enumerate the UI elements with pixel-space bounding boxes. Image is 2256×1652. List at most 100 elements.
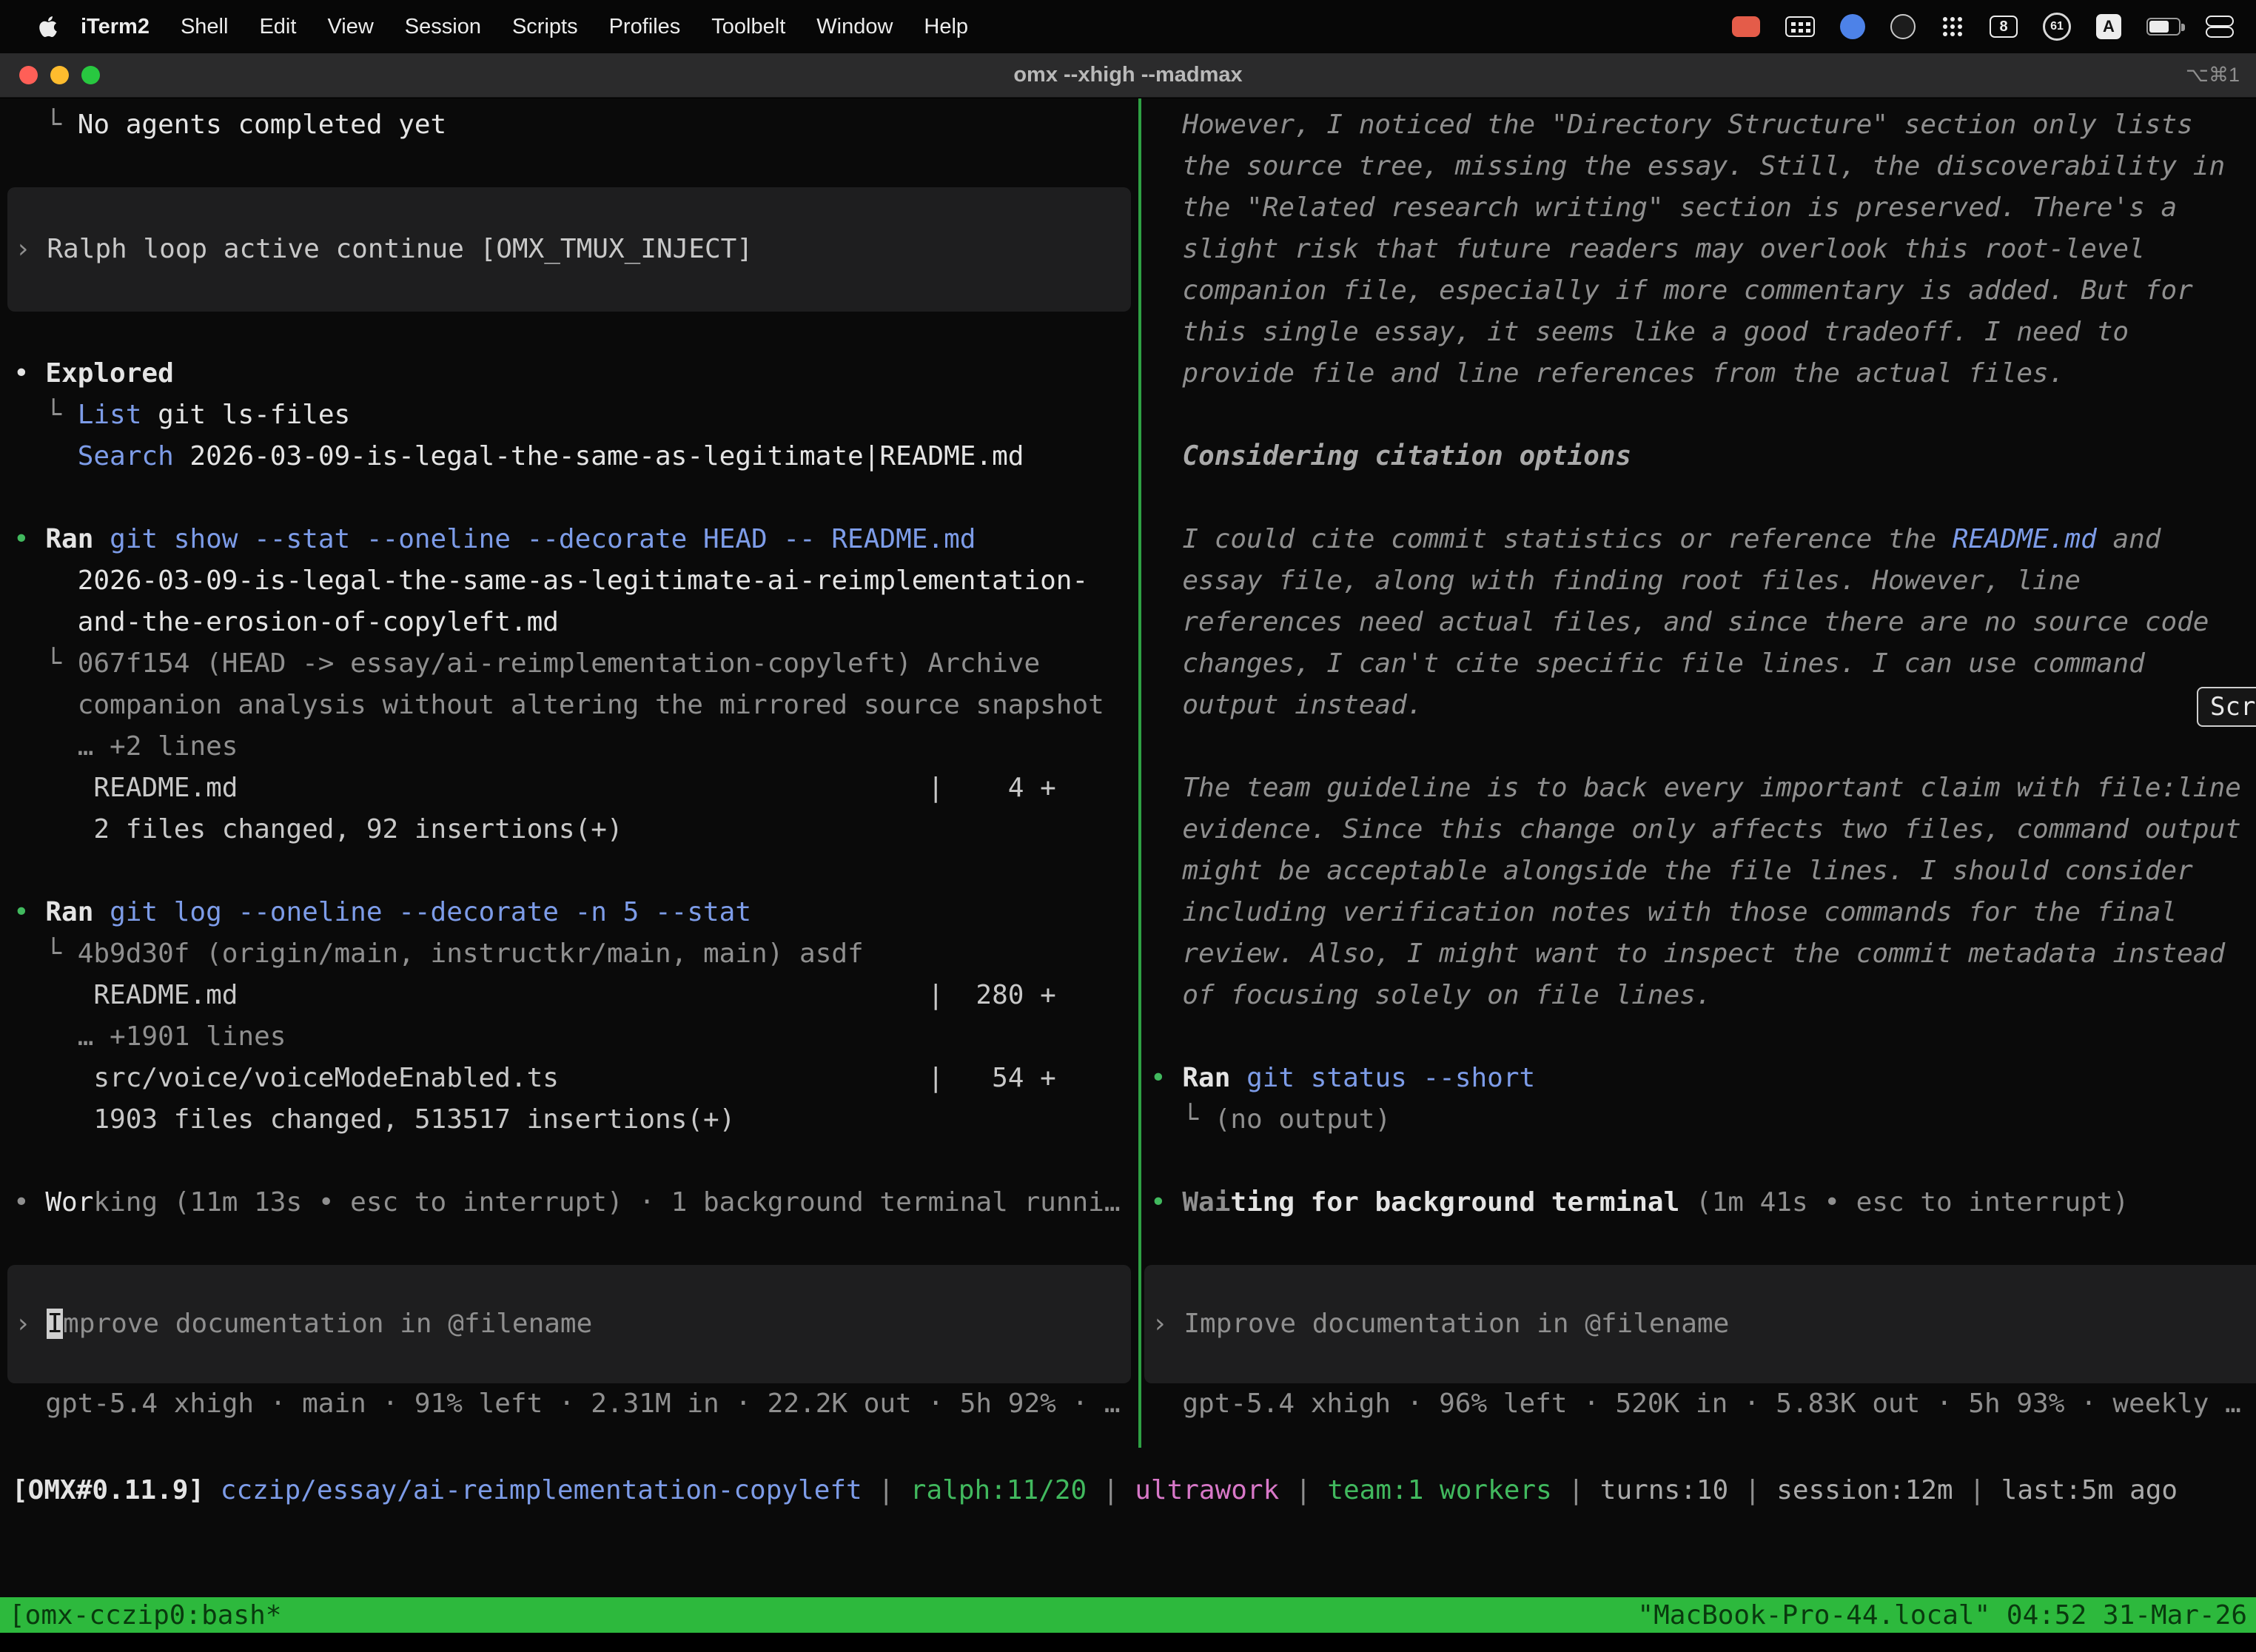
- terminal-line: However, I noticed the "Directory Struct…: [1141, 104, 2256, 146]
- app-grid-icon[interactable]: [1941, 15, 1964, 38]
- screenshot-toast: Scre: [2197, 687, 2256, 727]
- text-segment: •: [13, 358, 45, 389]
- waiting-status-line: • Waiting for background terminal (1m 41…: [1141, 1182, 2256, 1223]
- ralph-loop-banner: › Ralph loop active continue [OMX_TMUX_I…: [7, 187, 1131, 312]
- text-segment: slight risk that future readers may over…: [1150, 234, 2145, 264]
- text-segment: (no output): [1215, 1104, 1391, 1135]
- text-segment: └: [13, 939, 78, 969]
- blank-line: [1141, 394, 2256, 436]
- terminal-line: this single essay, it seems like a good …: [1141, 312, 2256, 353]
- terminal-line: review. Also, I might want to inspect th…: [1141, 933, 2256, 975]
- input-source-icon[interactable]: A: [2096, 14, 2121, 39]
- text-segment: the "Related research writing" section i…: [1150, 192, 2177, 223]
- blank-line: [0, 312, 1138, 353]
- text-segment: I could cite commit statistics or refere…: [1150, 524, 1953, 554]
- text-segment: might be acceptable alongside the file l…: [1150, 856, 2193, 886]
- menu-item-session[interactable]: Session: [389, 15, 497, 39]
- text-segment: git ls-files: [141, 400, 350, 430]
- text-segment: I: [47, 1309, 63, 1339]
- close-window-button[interactable]: [19, 66, 38, 84]
- text-segment: evidence. Since this change only affects…: [1150, 814, 2241, 845]
- text-segment: [OMX#0.11.9]: [12, 1475, 204, 1505]
- text-segment: references need actual files, and since …: [1150, 607, 2209, 637]
- menu-item-window[interactable]: Window: [801, 15, 908, 39]
- text-segment: •: [13, 897, 45, 927]
- menu-item-edit[interactable]: Edit: [244, 15, 312, 39]
- text-segment: king: [93, 1187, 158, 1218]
- blank-line: [1141, 1016, 2256, 1058]
- left-terminal-pane[interactable]: └ No agents completed yet › Ralph loop ac…: [0, 98, 1138, 1448]
- menu-item-help[interactable]: Help: [908, 15, 984, 39]
- text-segment: |: [1953, 1475, 2001, 1505]
- text-segment: [204, 1475, 221, 1505]
- screen-recording-indicator-icon[interactable]: [1732, 16, 1760, 37]
- text-segment: mprove documentation in @filename: [63, 1309, 592, 1339]
- ralph-loop-banner-text: › Ralph loop active continue [OMX_TMUX_I…: [7, 229, 753, 270]
- menu-item-profiles[interactable]: Profiles: [594, 15, 696, 39]
- text-segment: The team guideline is to back every impo…: [1150, 773, 2241, 803]
- text-segment: Explored: [45, 358, 173, 389]
- traffic-lights: [0, 66, 100, 84]
- text-segment: gpt-5.4 xhigh · main · 91% left · 2.31M …: [13, 1389, 1121, 1419]
- blank-line: [0, 477, 1138, 519]
- terminal-line: └ 4b9d30f (origin/main, instructkr/main,…: [0, 933, 1138, 975]
- text-segment: However, I noticed the "Directory Struct…: [1150, 110, 2193, 140]
- battery-icon[interactable]: [2146, 18, 2181, 36]
- blank-line: [0, 1141, 1138, 1182]
- text-segment: (11m 13s • esc to interrupt) · 1 backgro…: [158, 1187, 1120, 1218]
- screen: { "menu_bar": { "items": ["iTerm2","Shel…: [0, 0, 2256, 1652]
- control-center-icon[interactable]: [2206, 16, 2234, 38]
- text-segment: and-the-erosion-of-copyleft.md: [13, 607, 559, 637]
- blank-line: [1141, 1223, 2256, 1265]
- text-segment: of focusing solely on file lines.: [1150, 980, 1712, 1010]
- text-segment: Considering citation options: [1150, 441, 1631, 471]
- terminal-line: src/voice/voiceModeEnabled.ts | 54 +: [0, 1058, 1138, 1099]
- text-segment: … +1901 lines: [13, 1021, 286, 1052]
- battery-percent-icon[interactable]: 61: [2043, 13, 2071, 41]
- right-terminal-pane[interactable]: However, I noticed the "Directory Struct…: [1141, 98, 2256, 1448]
- menu-item-scripts[interactable]: Scripts: [497, 15, 594, 39]
- text-segment: No agents completed yet: [78, 110, 447, 140]
- terminal-line: changes, I can't cite specific file line…: [1141, 643, 2256, 685]
- terminal-line: and-the-erosion-of-copyleft.md: [0, 602, 1138, 643]
- text-segment: last:5m ago: [2001, 1475, 2178, 1505]
- terminal-line: 1903 files changed, 513517 insertions(+): [0, 1099, 1138, 1141]
- menu-item-shell[interactable]: Shell: [165, 15, 244, 39]
- blue-app-icon[interactable]: [1840, 14, 1865, 39]
- prompt-input-text: › Improve documentation in @filename: [1144, 1303, 1729, 1345]
- terminal: └ No agents completed yet › Ralph loop ac…: [0, 98, 2256, 1652]
- terminal-line: • Ran git status --short: [1141, 1058, 2256, 1099]
- menu-item-view[interactable]: View: [312, 15, 389, 39]
- apple-menu-icon[interactable]: [38, 15, 58, 38]
- text-segment: git status --short: [1230, 1063, 1535, 1093]
- tmux-window-label[interactable]: [omx-cczip0:bash*: [9, 1600, 281, 1631]
- menu-item-iterm2[interactable]: iTerm2: [65, 15, 165, 39]
- minimize-window-button[interactable]: [50, 66, 69, 84]
- text-segment: output instead.: [1150, 690, 1423, 720]
- text-segment: ting for background terminal: [1230, 1187, 1679, 1218]
- text-segment: |: [1552, 1475, 1600, 1505]
- text-segment: ›: [15, 234, 47, 264]
- terminal-line: including verification notes with those …: [1141, 892, 2256, 933]
- keyboard-icon[interactable]: [1785, 16, 1815, 37]
- prompt-input[interactable]: › Improve documentation in @filename: [7, 1265, 1131, 1383]
- terminal-line: … +2 lines: [0, 726, 1138, 768]
- terminal-line: provide file and line references from th…: [1141, 353, 2256, 394]
- text-segment: git show --stat --oneline --decorate HEA…: [93, 524, 976, 554]
- prompt-input[interactable]: › Improve documentation in @filename: [1144, 1265, 2256, 1383]
- text-segment: ›: [1152, 1309, 1184, 1339]
- terminal-line: companion file, especially if more comme…: [1141, 270, 2256, 312]
- dark-app-icon[interactable]: [1890, 14, 1916, 39]
- text-segment: … +2 lines: [13, 731, 238, 762]
- text-segment: Wor: [45, 1187, 93, 1218]
- terminal-line: 2026-03-09-is-legal-the-same-as-legitima…: [0, 560, 1138, 602]
- menu-item-toolbelt[interactable]: Toolbelt: [696, 15, 801, 39]
- model-status-line: gpt-5.4 xhigh · 96% left · 520K in · 5.8…: [1141, 1383, 2256, 1425]
- text-segment: Search: [78, 441, 174, 471]
- text-segment: session:12m: [1776, 1475, 1953, 1505]
- terminal-line: companion analysis without altering the …: [0, 685, 1138, 726]
- terminal-line: might be acceptable alongside the file l…: [1141, 850, 2256, 892]
- numkey-icon[interactable]: 8: [1990, 16, 2018, 38]
- zoom-window-button[interactable]: [81, 66, 100, 84]
- window-title-bar[interactable]: omx --xhigh --madmax ⌥⌘1: [0, 53, 2256, 98]
